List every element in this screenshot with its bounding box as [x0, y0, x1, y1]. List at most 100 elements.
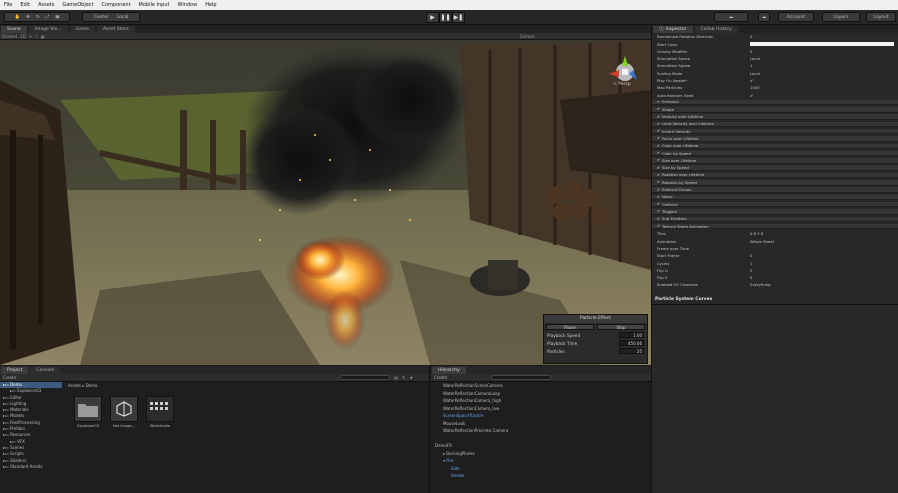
asset-scene[interactable]: Hot Image...	[107, 396, 141, 428]
asset-explosion03[interactable]: Explosion03	[71, 396, 105, 428]
inspector-property-row[interactable]: Max Particles 1000	[652, 85, 898, 91]
inspector-module-row[interactable]: Rotation over Lifetime	[652, 172, 898, 179]
inspector-module-row[interactable]: Color over Lifetime	[652, 143, 898, 150]
inspector-row-value[interactable]: 1	[750, 261, 752, 266]
project-search-input[interactable]	[340, 375, 391, 380]
tab-hierarchy[interactable]: Hierarchy	[432, 366, 466, 374]
hierarchy-item[interactable]: MouseLook	[431, 420, 651, 428]
inspector-module-row[interactable]: Triggers	[652, 209, 898, 215]
lighting-toggle-icon[interactable]: ☀	[29, 34, 33, 39]
inspector-module-row[interactable]: Force over Lifetime	[652, 136, 898, 142]
inspector-row-value[interactable]: 1000	[750, 85, 760, 90]
projection-label[interactable]: < Persp	[613, 82, 631, 87]
inspector-property-row[interactable]: Start Frame 0	[652, 253, 898, 259]
inspector-row-value[interactable]: ✔	[750, 93, 753, 98]
stop-particles-button[interactable]: Stop	[597, 324, 645, 330]
inspector-row-value[interactable]: Whole Sheet	[750, 239, 774, 244]
move-tool-icon[interactable]: ✥	[26, 15, 30, 20]
menu-gameobject[interactable]: GameObject	[62, 2, 93, 8]
inspector-property-row[interactable]: Flip V 0	[652, 275, 898, 281]
hierarchy-item[interactable]: Side	[431, 465, 651, 473]
inspector-module-row[interactable]: Texture Sheet Animation	[652, 224, 898, 230]
inspector-property-row[interactable]: Simulation Space Local	[652, 56, 898, 62]
inspector-row-value[interactable]: 0	[750, 49, 752, 54]
inspector-property-row[interactable]: Gravity Modifier 0	[652, 49, 898, 55]
favorite-search-icon[interactable]: ★	[409, 375, 413, 380]
inspector-module-row[interactable]: Velocity over Lifetime	[652, 114, 898, 120]
menu-edit[interactable]: Edit	[20, 2, 30, 8]
pause-button[interactable]: ❚❚	[439, 12, 452, 23]
tab-inspector[interactable]: ⓘ Inspector	[653, 25, 693, 33]
rotate-tool-icon[interactable]: ↻	[36, 15, 40, 20]
hierarchy-item[interactable]	[431, 435, 651, 443]
inspector-module-row[interactable]: Inherit Velocity	[652, 129, 898, 135]
hierarchy-create-button[interactable]: Create	[434, 375, 447, 380]
inspector-property-row[interactable]: Auto Random Seed ✔	[652, 92, 898, 98]
hierarchy-search-input[interactable]	[491, 375, 552, 380]
menu-mobile-input[interactable]: Mobile Input	[139, 2, 170, 8]
hierarchy-item[interactable]: DemoFX	[431, 442, 651, 450]
tab-image-viewer[interactable]: Image Vie...	[28, 25, 68, 33]
inspector-module-row[interactable]: Size by Speed	[652, 165, 898, 171]
hierarchy-item[interactable]: ScreenSpaceTrackre	[431, 412, 651, 420]
inspector-module-row[interactable]: Limit Velocity over Lifetime	[652, 121, 898, 128]
inspector-row-value[interactable]: Everything	[750, 282, 771, 287]
inspector-property-row[interactable]: Simulation Speed 1	[652, 63, 898, 69]
menu-component[interactable]: Component	[102, 2, 131, 8]
inspector-row-value[interactable]: ✔	[750, 78, 753, 83]
account-dropdown[interactable]: Account	[778, 12, 814, 22]
scale-tool-icon[interactable]: ⤢	[46, 14, 50, 20]
play-button[interactable]: ▶	[426, 12, 439, 23]
hierarchy-item[interactable]: ▾ Fire	[431, 457, 651, 465]
filter-by-type-icon[interactable]: ▤	[394, 375, 398, 380]
hierarchy-item[interactable]: Smoke	[431, 472, 651, 480]
playback-speed-field[interactable]: 1.00	[619, 332, 644, 338]
hierarchy-item[interactable]: WaterReflectionCamera_high	[431, 397, 651, 405]
inspector-property-row[interactable]: Start Color	[652, 41, 898, 47]
inspector-module-row[interactable]: Shape	[652, 107, 898, 113]
collab-button[interactable]: ☁	[714, 12, 748, 22]
hierarchy-item[interactable]: WaterReflectionSceneCamera	[431, 382, 651, 390]
inspector-module-row[interactable]: External Forces	[652, 187, 898, 193]
inspector-row-value[interactable]: 0	[750, 34, 752, 39]
inspector-row-value[interactable]: 0	[750, 253, 752, 258]
inspector-row-value[interactable]: 1	[750, 63, 752, 68]
inspector-row-value[interactable]: X 8 Y 8	[750, 231, 763, 236]
menu-help[interactable]: Help	[205, 2, 216, 8]
inspector-property-row[interactable]: Flip U 0	[652, 268, 898, 274]
inspector-module-row[interactable]: Size over Lifetime	[652, 158, 898, 164]
shading-mode-dropdown[interactable]: Shaded	[2, 34, 17, 39]
inspector-property-row[interactable]: Randomize Rotation Direction 0	[652, 34, 898, 40]
hierarchy-item[interactable]: ▸ BurningPlanks	[431, 450, 651, 458]
step-button[interactable]: ▶❚	[452, 12, 465, 23]
inspector-property-row[interactable]: Tiles X 8 Y 8	[652, 231, 898, 237]
inspector-property-row[interactable]: Scaling Mode Local	[652, 71, 898, 77]
rect-tool-icon[interactable]: ▣	[55, 15, 59, 20]
filter-by-label-icon[interactable]: ✎	[402, 375, 405, 380]
inspector-row-value[interactable]: Local	[750, 56, 760, 61]
start-color-swatch[interactable]	[750, 42, 894, 47]
inspector-module-row[interactable]: Collision	[652, 202, 898, 208]
hand-tool-icon[interactable]: ✋	[14, 15, 20, 20]
tab-game[interactable]: Game	[69, 25, 95, 33]
inspector-property-row[interactable]: Cycles 1	[652, 260, 898, 266]
effects-toggle-icon[interactable]: ▦	[41, 34, 45, 39]
inspector-module-row[interactable]: Emission	[652, 99, 898, 106]
layers-dropdown[interactable]: Layers	[822, 12, 860, 22]
inspector-module-row[interactable]: Sub Emitters	[652, 216, 898, 223]
hierarchy-item[interactable]: WaterReflectionPrecrete Camera	[431, 427, 651, 435]
gizmos-dropdown[interactable]: Gizmos	[520, 34, 535, 39]
2d-toggle[interactable]: 2D	[20, 34, 26, 39]
tab-asset-store[interactable]: Asset Store	[96, 25, 135, 33]
layout-dropdown[interactable]: Layout	[866, 12, 896, 22]
tab-scene[interactable]: Scene	[1, 25, 27, 33]
assets-breadcrumb[interactable]: Assets ▸ Demo	[65, 382, 429, 389]
inspector-property-row[interactable]: Animation Whole Sheet	[652, 238, 898, 244]
hierarchy-item[interactable]: WaterReflectionCamera_low	[431, 405, 651, 413]
inspector-property-row[interactable]: Play On Awake* ✔	[652, 78, 898, 84]
inspector-row-value[interactable]: 0	[750, 275, 752, 280]
asset-workaholia[interactable]: Workaholia	[143, 396, 177, 428]
particle-system-curves-header[interactable]: Particle System Curves	[655, 297, 712, 302]
tab-collab-history[interactable]: Collab History	[694, 25, 738, 33]
inspector-row-value[interactable]: Local	[750, 71, 760, 76]
